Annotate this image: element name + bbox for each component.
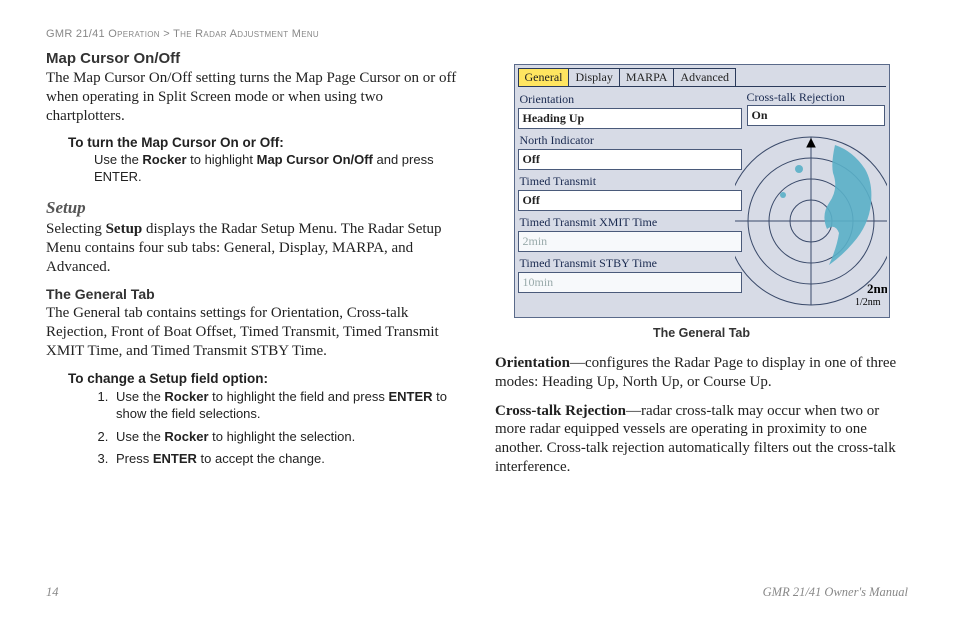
step-3: Press ENTER to accept the change.: [112, 450, 459, 468]
step-1: Use the Rocker to highlight the field an…: [112, 388, 459, 423]
steps-list: Use the Rocker to highlight the field an…: [112, 388, 459, 468]
instruction-title-map-cursor: To turn the Map Cursor On or Off:: [68, 135, 459, 150]
paragraph-setup: Selecting Setup displays the Radar Setup…: [46, 220, 459, 276]
label-xmit-time: Timed Transmit XMIT Time: [518, 213, 742, 231]
heading-general-tab: The General Tab: [46, 286, 459, 302]
label-cross-talk: Cross-talk Rejection: [747, 90, 845, 105]
svg-text:2nm: 2nm: [867, 281, 887, 296]
tab-general[interactable]: General: [518, 68, 570, 86]
screenshot-caption: The General Tab: [653, 326, 750, 340]
paragraph-orientation: Orientation—configures the Radar Page to…: [495, 354, 908, 392]
label-north-indicator: North Indicator: [518, 131, 742, 149]
field-stby-time[interactable]: 10min: [518, 272, 742, 293]
instruction-title-change-field: To change a Setup field option:: [68, 371, 459, 386]
tab-display[interactable]: Display: [568, 68, 619, 86]
svg-text:1/2nm: 1/2nm: [855, 297, 881, 308]
screenshot-general-tab: General Display MARPA Advanced Orientati…: [514, 64, 890, 318]
paragraph-cross-talk: Cross-talk Rejection—radar cross-talk ma…: [495, 402, 908, 477]
label-timed-transmit: Timed Transmit: [518, 172, 742, 190]
heading-map-cursor: Map Cursor On/Off: [46, 50, 459, 67]
instruction-body-map-cursor: Use the Rocker to highlight Map Cursor O…: [94, 152, 459, 186]
field-north-indicator[interactable]: Off: [518, 149, 742, 170]
page-footer: 14 GMR 21/41 Owner's Manual: [46, 585, 908, 600]
field-timed-transmit[interactable]: Off: [518, 190, 742, 211]
page-number: 14: [46, 585, 59, 600]
manual-title: GMR 21/41 Owner's Manual: [763, 585, 908, 600]
field-cross-talk[interactable]: On: [747, 105, 885, 126]
tab-bar: General Display MARPA Advanced: [515, 65, 889, 86]
label-orientation: Orientation: [518, 90, 742, 108]
heading-setup: Setup: [46, 198, 459, 218]
paragraph-map-cursor: The Map Cursor On/Off setting turns the …: [46, 69, 459, 125]
tab-advanced[interactable]: Advanced: [673, 68, 736, 86]
paragraph-general-tab: The General tab contains settings for Or…: [46, 304, 459, 360]
tab-marpa[interactable]: MARPA: [619, 68, 675, 86]
field-xmit-time[interactable]: 2min: [518, 231, 742, 252]
left-column: Map Cursor On/Off The Map Cursor On/Off …: [46, 50, 459, 487]
label-stby-time: Timed Transmit STBY Time: [518, 254, 742, 272]
breadcrumb: GMR 21/41 Operation > The Radar Adjustme…: [46, 28, 908, 40]
right-column: General Display MARPA Advanced Orientati…: [495, 50, 908, 487]
radar-scope-icon: 2nm 1/2nm: [735, 125, 887, 311]
field-orientation[interactable]: Heading Up: [518, 108, 742, 129]
step-2: Use the Rocker to highlight the selectio…: [112, 428, 459, 446]
